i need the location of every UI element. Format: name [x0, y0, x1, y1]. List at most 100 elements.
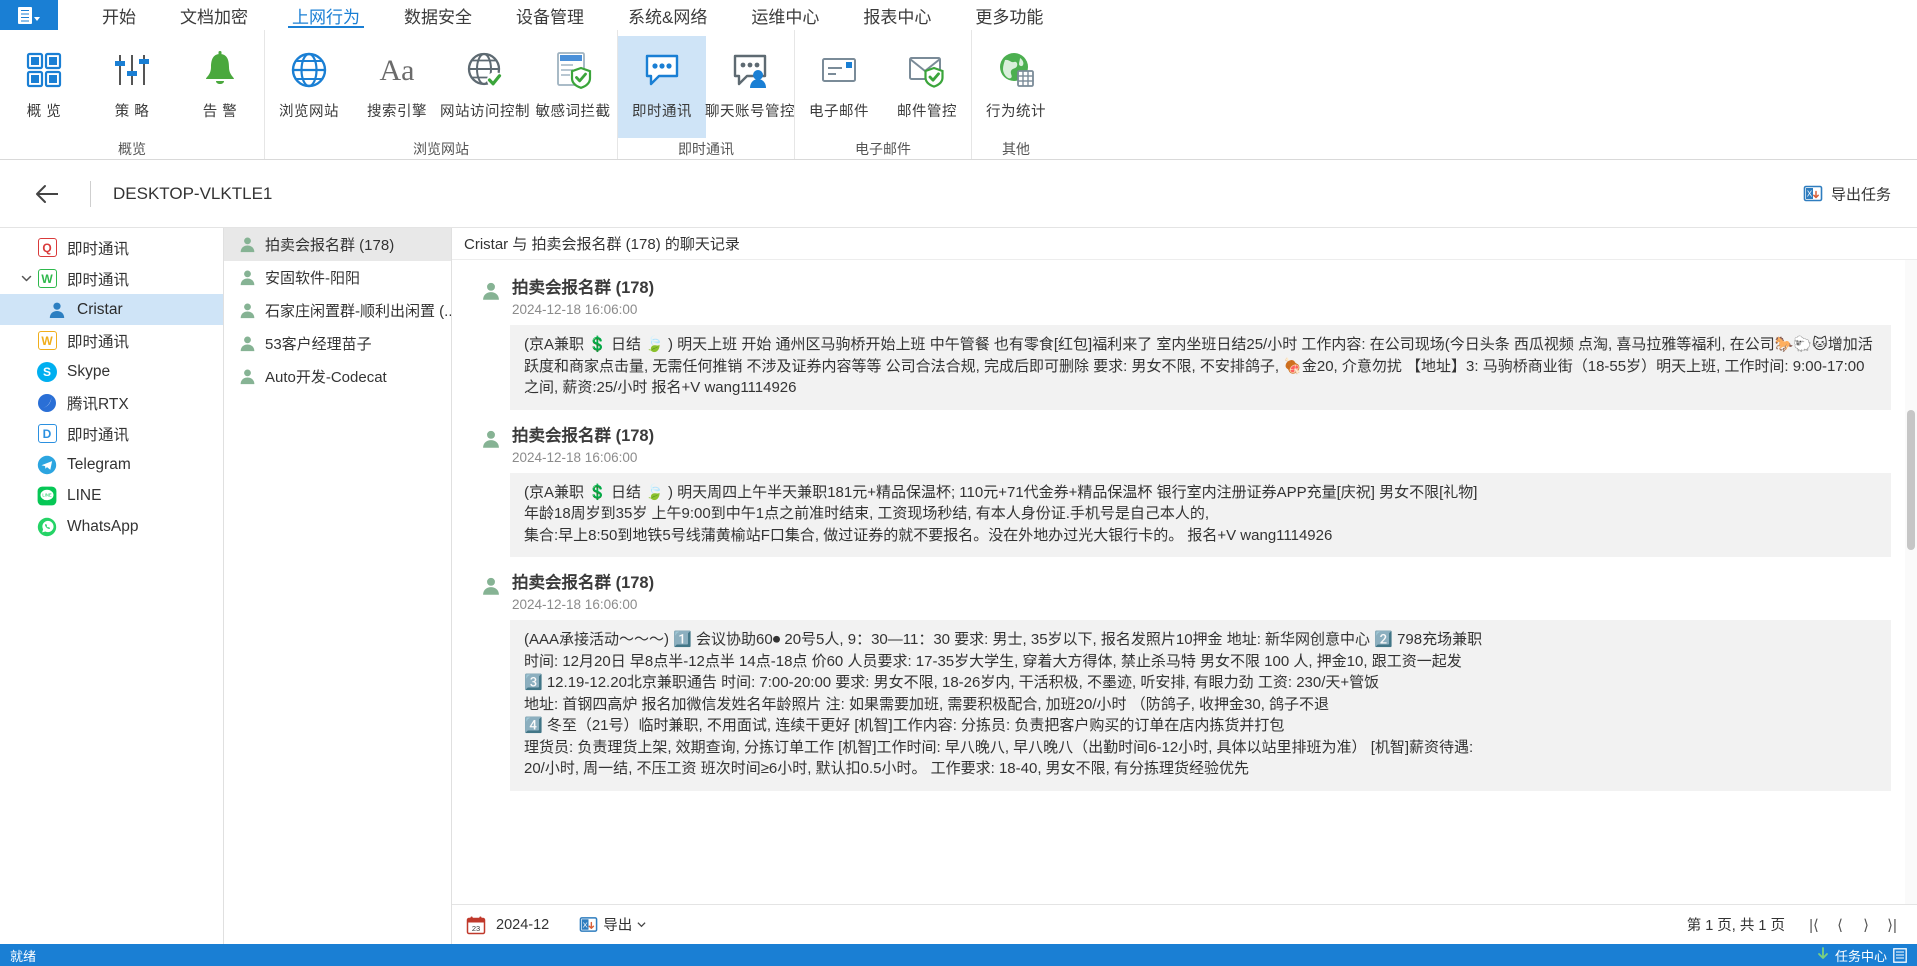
- tree-item-qq[interactable]: Q 即时通讯: [0, 232, 223, 263]
- menu-item-start[interactable]: 开始: [80, 0, 158, 30]
- chat-message: 拍卖会报名群 (178) 2024-12-18 16:06:00 (京A兼职 💲…: [452, 278, 1917, 410]
- period-label[interactable]: 2024-12: [496, 917, 549, 933]
- ribbon-button-email[interactable]: 电子邮件: [795, 36, 883, 138]
- policy-sliders-icon: [111, 44, 153, 96]
- tree-item-cristar[interactable]: Cristar: [0, 294, 223, 325]
- alert-bell-icon: [199, 44, 241, 96]
- export-button-label: 导出: [603, 914, 632, 935]
- chevron-down-icon[interactable]: [18, 273, 34, 284]
- contact-item[interactable]: 53客户经理苗子: [224, 327, 451, 360]
- contact-item[interactable]: 石家庄闲置群-顺利出闲置 (...: [224, 294, 451, 327]
- menu-item-report-center[interactable]: 报表中心: [841, 0, 953, 30]
- tree-item-line[interactable]: LINE LINE: [0, 480, 223, 511]
- ribbon-button-search-engine[interactable]: Aa 搜索引擎: [353, 36, 441, 138]
- export-button[interactable]: X 导出: [579, 914, 646, 935]
- ribbon-button-label: 聊天账号管控: [705, 100, 795, 121]
- ribbon-group-other: 行为统计 其他: [972, 30, 1060, 159]
- tree-item-skype[interactable]: S Skype: [0, 356, 223, 387]
- wechat-yellow-badge-icon: W: [36, 330, 58, 352]
- task-center-button[interactable]: 任务中心: [1816, 946, 1887, 965]
- ribbon-button-overview[interactable]: 概 览: [0, 36, 88, 138]
- globe-check-icon: [463, 44, 507, 96]
- tree-item-whatsapp[interactable]: WhatsApp: [0, 511, 223, 542]
- chat-message-time: 2024-12-18 16:06:00: [512, 302, 654, 317]
- person-icon: [238, 367, 257, 386]
- export-task-button[interactable]: X 导出任务: [1803, 183, 1891, 204]
- ribbon-button-alert[interactable]: 告 警: [176, 36, 264, 138]
- ribbon-button-mail-control[interactable]: 邮件管控: [883, 36, 971, 138]
- chat-scrollbar-thumb[interactable]: [1907, 410, 1915, 550]
- menu-item-label: 报表中心: [863, 3, 931, 28]
- menu-item-list: 开始 文档加密 上网行为 数据安全 设备管理 系统&网络 运维中心 报表中心 更…: [58, 0, 1065, 30]
- pagination: 第 1 页, 共 1 页 |⟨ ⟨ ⟩ ⟩|: [1687, 913, 1903, 937]
- ribbon-button-policy[interactable]: 策 略: [88, 36, 176, 138]
- chat-message-scroll-area[interactable]: 拍卖会报名群 (178) 2024-12-18 16:06:00 (京A兼职 💲…: [452, 260, 1917, 904]
- app-logo-button[interactable]: [0, 0, 58, 30]
- tree-item-tencent-rtx[interactable]: 腾讯RTX: [0, 387, 223, 418]
- menu-item-ops-center[interactable]: 运维中心: [729, 0, 841, 30]
- tree-item-label: 腾讯RTX: [67, 392, 129, 414]
- contact-item[interactable]: Auto开发-Codecat: [224, 360, 451, 393]
- menu-bar: 开始 文档加密 上网行为 数据安全 设备管理 系统&网络 运维中心 报表中心 更…: [0, 0, 1917, 30]
- sub-header: DESKTOP-VLKTLE1 X 导出任务: [0, 160, 1917, 228]
- contact-label: 拍卖会报名群 (178): [265, 234, 394, 255]
- last-page-button[interactable]: ⟩|: [1881, 913, 1903, 937]
- chat-message-header: 拍卖会报名群 (178) 2024-12-18 16:06:00: [452, 573, 1891, 612]
- chat-message: 拍卖会报名群 (178) 2024-12-18 16:06:00 (京A兼职 💲…: [452, 426, 1917, 558]
- ribbon-group-im: 即时通讯 聊天账号管控: [618, 30, 795, 159]
- skype-icon: S: [36, 361, 58, 383]
- mail-shield-icon: [905, 44, 949, 96]
- tree-item-label: WhatsApp: [67, 518, 139, 536]
- status-text: 就绪: [10, 946, 36, 965]
- ribbon-button-chat-account-control[interactable]: 聊天账号管控: [706, 36, 794, 138]
- ribbon-button-browse-website[interactable]: 浏览网站: [265, 36, 353, 138]
- contact-label: 石家庄闲置群-顺利出闲置 (...: [265, 300, 451, 321]
- menu-item-label: 系统&网络: [628, 3, 707, 28]
- tree-item-telegram[interactable]: Telegram: [0, 449, 223, 480]
- calendar-icon[interactable]: 23: [466, 915, 486, 935]
- menu-item-more-features[interactable]: 更多功能: [953, 0, 1065, 30]
- avatar: [480, 573, 502, 602]
- export-icon: X: [579, 915, 598, 934]
- divider: [90, 181, 91, 207]
- ribbon-button-label: 网站访问控制: [440, 100, 530, 121]
- ribbon-button-label: 浏览网站: [279, 100, 339, 121]
- chat-message-time: 2024-12-18 16:06:00: [512, 597, 654, 612]
- ribbon-button-sensitive-word-block[interactable]: 敏感词拦截: [529, 36, 617, 138]
- menu-item-doc-encrypt[interactable]: 文档加密: [158, 0, 270, 30]
- line-icon: LINE: [36, 485, 58, 507]
- ribbon-toolbar: 概 览 策 略: [0, 30, 1917, 160]
- menu-item-internet-behavior[interactable]: 上网行为: [270, 0, 382, 30]
- first-page-button[interactable]: |⟨: [1803, 913, 1825, 937]
- svg-text:X: X: [1807, 190, 1813, 199]
- whatsapp-icon: [36, 516, 58, 538]
- tree-item-label: 即时通讯: [67, 330, 129, 352]
- tree-item-dingtalk[interactable]: D 即时通讯: [0, 418, 223, 449]
- contact-item[interactable]: 拍卖会报名群 (178): [224, 228, 451, 261]
- tree-item-label: Skype: [67, 363, 110, 381]
- contact-label: Auto开发-Codecat: [265, 366, 387, 387]
- tree-item-wechat-yellow[interactable]: W 即时通讯: [0, 325, 223, 356]
- menu-item-system-network[interactable]: 系统&网络: [606, 0, 729, 30]
- im-app-tree: Q 即时通讯 W 即时通讯 Cristar W 即时通讯: [0, 228, 224, 944]
- chevron-down-icon: [34, 17, 40, 21]
- contact-list: 拍卖会报名群 (178) 安固软件-阳阳 石家庄闲置群-顺利出闲置 (... 5…: [224, 228, 452, 944]
- chat-scrollbar[interactable]: [1905, 260, 1917, 904]
- menu-item-device-mgmt[interactable]: 设备管理: [494, 0, 606, 30]
- person-icon: [238, 235, 257, 254]
- menu-item-label: 设备管理: [516, 3, 584, 28]
- menu-item-data-security[interactable]: 数据安全: [382, 0, 494, 30]
- tree-item-label: 即时通讯: [67, 423, 129, 445]
- prev-page-button[interactable]: ⟨: [1829, 913, 1851, 937]
- ribbon-button-instant-messaging[interactable]: 即时通讯: [618, 36, 706, 138]
- next-page-button[interactable]: ⟩: [1855, 913, 1877, 937]
- tree-item-wechat-green[interactable]: W 即时通讯: [0, 263, 223, 294]
- chat-message-header: 拍卖会报名群 (178) 2024-12-18 16:06:00: [452, 278, 1891, 317]
- contact-item[interactable]: 安固软件-阳阳: [224, 261, 451, 294]
- ribbon-button-site-access-control[interactable]: 网站访问控制: [441, 36, 529, 138]
- ribbon-button-behavior-stats[interactable]: 行为统计: [972, 36, 1060, 138]
- ribbon-button-label: 行为统计: [986, 100, 1046, 121]
- back-button[interactable]: [28, 175, 66, 213]
- ribbon-group-label: 浏览网站: [265, 138, 617, 159]
- panel-icon[interactable]: [1893, 948, 1907, 963]
